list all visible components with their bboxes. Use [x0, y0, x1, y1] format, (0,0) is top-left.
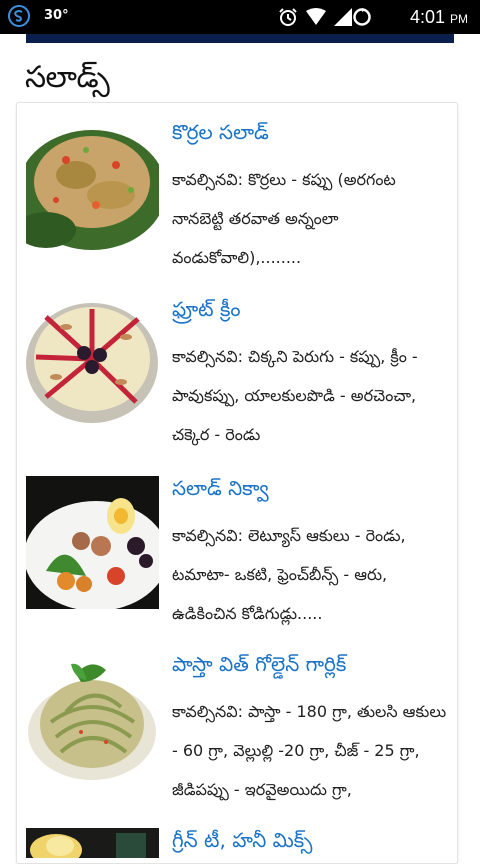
salad-nicoise-thumbnail[interactable]	[26, 476, 159, 609]
header-bar	[26, 34, 454, 43]
list-item[interactable]: సలాడ్ నిక్వా కావల్సినవి: లెట్యూస్ ఆకులు …	[26, 476, 446, 626]
item-title[interactable]: ఫ్రూట్ క్రీం	[172, 297, 241, 326]
app-notification-icon	[8, 5, 30, 27]
salad-thumbnail[interactable]	[26, 120, 159, 253]
item-title[interactable]: కొర్రల సలాడ్	[172, 120, 269, 149]
item-description: కావల్సినవి: లెట్యూస్ ఆకులు - రెండు, టమాట…	[172, 526, 406, 623]
list-item[interactable]: కొర్రల సలాడ్ కావల్సినవి: కొర్రలు - కప్పు…	[26, 120, 446, 270]
fruit-cream-thumbnail[interactable]	[26, 297, 159, 430]
item-description: కావల్సినవి: చిక్కని పెరుగు - కప్పు, క్రీ…	[172, 347, 418, 444]
clock: 4:01 PM	[410, 7, 468, 28]
signal-icon	[334, 8, 352, 26]
time-text: 4:01	[409, 7, 445, 27]
status-bar: 30° 4:01 PM	[0, 0, 480, 34]
list-item[interactable]: పాస్తా విత్ గోల్డెన్ గార్లిక్ కావల్సినవి…	[26, 652, 446, 802]
alarm-icon	[279, 8, 297, 26]
sync-icon	[353, 8, 371, 26]
item-description: కావల్సినవి: కొర్రలు - కప్పు (అరగంట నానబె…	[172, 170, 396, 267]
pasta-thumbnail[interactable]	[26, 652, 159, 785]
item-title[interactable]: సలాడ్ నిక్వా	[172, 476, 269, 505]
ampm-text: PM	[450, 12, 468, 26]
item-title[interactable]: గ్రీన్ టీ, హనీ మిక్స్	[172, 828, 312, 857]
wifi-icon	[306, 8, 326, 25]
section-title: సలాడ్స్	[25, 60, 110, 95]
temperature-text: 30°	[44, 8, 69, 23]
item-title[interactable]: పాస్తా విత్ గోల్డెన్ గార్లిక్	[172, 652, 346, 681]
item-description: కావల్సినవి: పాస్తా - 180 గ్రా, తులసి ఆకు…	[172, 702, 447, 799]
list-item[interactable]: ఫ్రూట్ క్రీం కావల్సినవి: చిక్కని పెరుగు …	[26, 297, 446, 447]
